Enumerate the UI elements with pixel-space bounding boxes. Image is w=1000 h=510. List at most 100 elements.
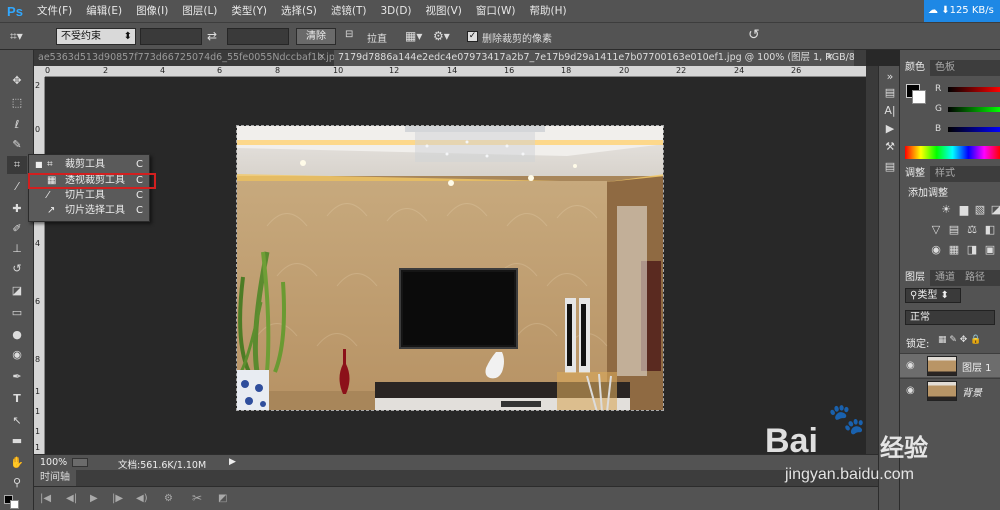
menu-help[interactable]: 帮助(H) [523,0,574,22]
levels-icon[interactable]: ▆ [958,204,970,216]
tab-document-1[interactable]: ae5363d513d90857f773d66725074d6_55fe0055… [34,50,334,66]
hue-icon[interactable]: ▤ [948,224,960,236]
clear-button[interactable]: 清除 [296,28,336,45]
channel-mixer-icon[interactable]: ▦ [948,244,960,256]
tab-swatches[interactable]: 色板 [930,60,960,76]
eye-icon[interactable]: ◉ [906,385,915,396]
tab-paths[interactable]: 路径 [960,270,990,286]
red-slider[interactable] [948,87,1000,92]
eye-icon[interactable]: ◉ [906,360,915,371]
hand-tool-icon[interactable]: ✋ [7,454,27,472]
menu-edit[interactable]: 编辑(E) [79,0,129,22]
vibrance-icon[interactable]: ▽ [930,224,942,236]
tab-channels[interactable]: 通道 [930,270,960,286]
prev-frame-icon[interactable]: ◀| [66,493,77,504]
layer-row-layer1[interactable]: ◉ 图层 1 [900,353,1000,377]
exposure-icon[interactable]: ◪ [990,204,1000,216]
tab-adjustments[interactable]: 调整 [900,166,930,182]
flyout-item-crop[interactable]: ■ ⌗ 裁剪工具 C [29,157,149,172]
reset-icon[interactable]: ↺ [748,27,760,43]
tab-styles[interactable]: 样式 [930,166,960,182]
crop-tool-icon[interactable]: ⌗ [7,156,27,174]
menu-file[interactable]: 文件(F) [30,0,79,22]
color-spectrum[interactable] [905,146,1000,159]
stamp-icon[interactable]: ⊥ [7,240,27,258]
blur-icon[interactable]: ● [7,326,27,344]
tab-timeline[interactable]: 时间轴 [34,470,76,486]
next-frame-icon[interactable]: |▶ [112,493,123,504]
gradient-icon[interactable]: ▭ [7,304,27,322]
flyout-item-slice[interactable]: ⁄ 切片工具 C [29,188,149,203]
brightness-icon[interactable]: ☀ [940,204,952,216]
path-select-icon[interactable]: ↖ [7,412,27,430]
paragraph-panel-icon[interactable]: ▤ [882,160,898,176]
document-image[interactable] [236,125,664,411]
photo-filter-icon[interactable]: ◉ [930,244,942,256]
width-field[interactable] [140,28,202,45]
menu-image[interactable]: 图像(I) [129,0,175,22]
shape-tool-icon[interactable]: ▬ [7,432,27,450]
menu-filter[interactable]: 滤镜(T) [324,0,374,22]
straighten-icon[interactable]: ⊟ [345,29,353,40]
swap-icon[interactable]: ⇄ [207,29,217,43]
crop-tool-icon[interactable]: ⌗▾ [10,29,23,44]
actions-panel-icon[interactable]: ▶ [882,122,898,138]
brush-icon[interactable]: ✐ [7,220,27,238]
balance-icon[interactable]: ⚖ [966,224,978,236]
background-color-swatch[interactable] [10,500,19,509]
layer-row-background[interactable]: ◉ 背景 [900,378,1000,402]
grid-overlay-icon[interactable]: ▦▾ [405,29,422,43]
more-tabs-icon[interactable]: » [849,52,855,62]
status-menu-arrow-icon[interactable]: ▶ [229,457,236,467]
menu-layer[interactable]: 图层(L) [175,0,224,22]
close-icon[interactable]: × [826,52,834,62]
background-color-swatch[interactable] [912,90,926,104]
delete-cropped-checkbox[interactable]: ✓ [467,31,478,42]
quick-select-icon[interactable]: ✎ [7,136,27,154]
history-brush-icon[interactable]: ↺ [7,260,27,278]
bw-icon[interactable]: ◧ [984,224,996,236]
zoom-tool-icon[interactable]: ⚲ [7,474,27,492]
move-tool-icon[interactable]: ✥ [7,72,27,90]
first-frame-icon[interactable]: |◀ [40,493,51,504]
menu-select[interactable]: 选择(S) [274,0,324,22]
invert-icon[interactable]: ◨ [966,244,978,256]
menu-type[interactable]: 类型(Y) [224,0,274,22]
collapse-icon[interactable]: » [882,70,898,86]
tab-document-2[interactable]: 7179d7886a144e2edc4e07973417a2b7_7e17b9d… [334,50,854,66]
blend-mode-select[interactable]: 正常 [905,310,995,325]
history-panel-icon[interactable]: ▤ [882,86,898,102]
threshold-icon[interactable]: ▣ [984,244,996,256]
lasso-tool-icon[interactable]: ℓ [7,116,27,134]
healing-brush-icon[interactable]: ✚ [7,200,27,218]
settings-icon[interactable]: ⚙ [164,493,173,504]
menu-3d[interactable]: 3D(D) [373,0,418,22]
close-icon[interactable]: × [318,52,326,62]
tab-color[interactable]: 颜色 [900,60,930,76]
green-slider[interactable] [948,107,1000,112]
ratio-select[interactable]: 不受约束 ⬍ [56,28,136,45]
character-panel-icon[interactable]: A| [882,104,898,120]
tab-layers[interactable]: 图层 [900,270,930,286]
brush-panel-icon[interactable]: ⚒ [882,140,898,156]
audio-icon[interactable]: ◀) [136,493,148,504]
vertical-scrollbar[interactable] [866,66,878,454]
height-field[interactable] [227,28,289,45]
scissors-icon[interactable]: ✂ [192,491,202,505]
menu-view[interactable]: 视图(V) [419,0,469,22]
layer-kind-filter[interactable]: ⚲类型 ⬍ [905,288,961,303]
blue-slider[interactable] [948,127,1000,132]
gear-icon[interactable]: ⚙▾ [433,29,450,43]
type-tool-icon[interactable]: T [7,390,27,408]
transition-icon[interactable]: ◩ [218,493,227,504]
curves-icon[interactable]: ▧ [974,204,986,216]
dodge-icon[interactable]: ◉ [7,346,27,364]
zoom-level[interactable]: 100% [40,457,67,468]
marquee-tool-icon[interactable]: ⬚ [7,94,27,112]
eraser-icon[interactable]: ◪ [7,282,27,300]
lock-icons[interactable]: ▦ ✎ ✥ 🔒 [938,335,981,345]
export-icon[interactable] [72,458,88,467]
straighten-label[interactable]: 拉直 [367,30,387,45]
menu-window[interactable]: 窗口(W) [469,0,523,22]
eyedropper-icon[interactable]: ⁄ [7,178,27,196]
